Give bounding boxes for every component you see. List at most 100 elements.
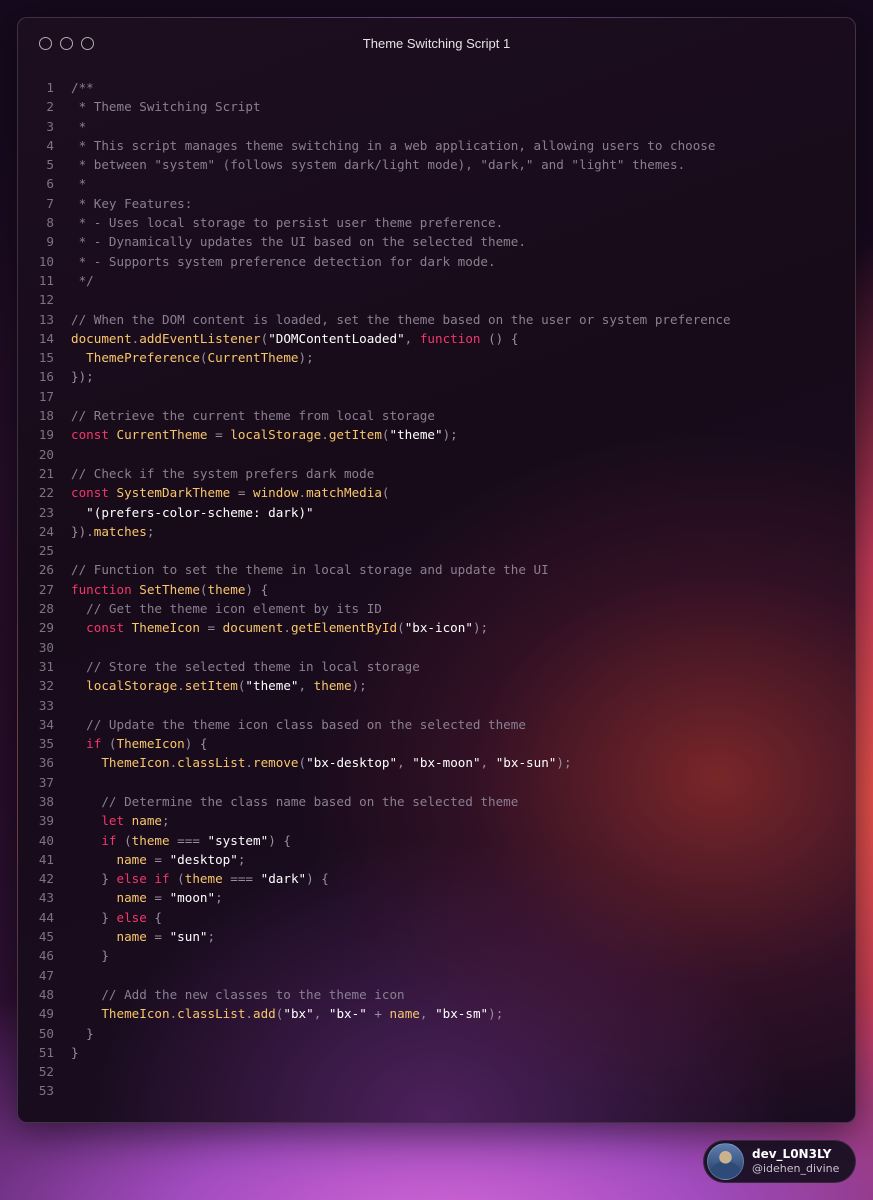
line-source: * Key Features: xyxy=(54,194,193,213)
code-token: "bx" xyxy=(283,1006,314,1022)
code-token: // Check if the system prefers dark mode xyxy=(71,465,375,481)
code-token: // Get the theme icon element by its ID xyxy=(71,601,382,617)
code-line: 9 * - Dynamically updates the UI based o… xyxy=(18,232,855,251)
line-number: 11 xyxy=(38,272,54,288)
author-handle: @idehen_divine xyxy=(752,1162,840,1175)
code-line: 33 xyxy=(18,696,855,715)
line-source: /** xyxy=(54,78,94,97)
code-token: theme xyxy=(313,678,352,694)
code-token: } xyxy=(71,871,117,887)
code-token: ); xyxy=(442,427,458,443)
line-number: 8 xyxy=(46,215,54,231)
code-token: if xyxy=(71,832,125,848)
line-number: 30 xyxy=(38,639,54,655)
code-line: 5 * between "system" (follows system dar… xyxy=(18,155,855,174)
code-token: ) { xyxy=(306,871,329,887)
code-line: 14 document.addEventListener("DOMContentL… xyxy=(18,329,855,348)
line-number: 35 xyxy=(38,736,54,752)
code-token: = xyxy=(146,890,170,906)
line-source: * - Supports system preference detection… xyxy=(54,252,496,271)
code-token: * - Dynamically updates the UI based on … xyxy=(71,234,526,250)
line-source xyxy=(54,966,71,985)
code-token: name xyxy=(71,929,147,945)
code-token: . xyxy=(283,620,291,636)
line-number: 52 xyxy=(38,1064,54,1080)
line-number: 48 xyxy=(38,986,54,1002)
line-source: * - Uses local storage to persist user t… xyxy=(54,213,504,232)
code-line: 24}).matches; xyxy=(18,522,855,541)
code-token: SetTheme xyxy=(139,581,200,597)
code-line: 19 const CurrentTheme = localStorage.getI… xyxy=(18,425,855,444)
code-token: + xyxy=(366,1006,390,1022)
author-display-name: dev_L0N3LY xyxy=(752,1147,832,1161)
line-source: }).matches; xyxy=(54,522,154,541)
code-editor[interactable]: 1/** 2 * Theme Switching Script 3 * 4 * Thi… xyxy=(18,78,855,1101)
code-line: 47 xyxy=(18,966,855,985)
code-token: name xyxy=(71,851,147,867)
code-line: 6 * xyxy=(18,174,855,193)
code-token: * - Uses local storage to persist user t… xyxy=(71,215,504,231)
line-number: 49 xyxy=(38,1006,54,1022)
line-source: } xyxy=(54,946,109,965)
line-source: // Determine the class name based on the… xyxy=(54,792,518,811)
code-token: document xyxy=(222,620,284,636)
line-number: 20 xyxy=(38,446,54,462)
code-line: 4 * This script manages theme switching … xyxy=(18,136,855,155)
line-number: 43 xyxy=(38,890,54,906)
line-source: ThemePreference(CurrentTheme); xyxy=(54,348,314,367)
code-token: , xyxy=(480,755,496,771)
window-titlebar: Theme Switching Script 1 xyxy=(18,18,855,70)
code-token: name xyxy=(131,813,163,829)
code-token: "dark" xyxy=(260,871,307,887)
code-token: . xyxy=(245,1006,254,1022)
code-token: ( xyxy=(381,485,390,501)
line-number: 3 xyxy=(46,118,54,134)
code-token: name xyxy=(389,1006,420,1022)
code-line: 31 // Store the selected theme in local … xyxy=(18,657,855,676)
code-line: 2 * Theme Switching Script xyxy=(18,97,855,116)
code-line: 36 ThemeIcon.classList.remove("bx-deskto… xyxy=(18,753,855,772)
line-number: 24 xyxy=(38,523,54,539)
line-number: 29 xyxy=(38,620,54,636)
line-number: 26 xyxy=(38,562,54,578)
code-token: ) { xyxy=(245,581,269,597)
line-source: } xyxy=(54,1043,79,1062)
code-token: "moon" xyxy=(169,890,216,906)
code-token: ( xyxy=(381,427,390,443)
code-token: "theme" xyxy=(245,678,299,694)
code-token: === xyxy=(222,871,261,887)
code-line: 13 // When the DOM content is loaded, set… xyxy=(18,310,855,329)
line-source: * Theme Switching Script xyxy=(54,97,261,116)
code-line: 23 "(prefers-color-scheme: dark)" xyxy=(18,503,855,522)
code-token: getItem xyxy=(328,427,382,443)
code-token: let xyxy=(71,813,132,829)
line-number: 39 xyxy=(38,813,54,829)
code-token: * Key Features: xyxy=(71,195,193,211)
code-line: 52 xyxy=(18,1062,855,1081)
code-token: , xyxy=(313,1006,329,1022)
code-token: "bx-desktop" xyxy=(306,755,398,771)
code-line: 45 name = "sun"; xyxy=(18,927,855,946)
line-source: if (theme === "system") { xyxy=(54,831,291,850)
line-number: 42 xyxy=(38,871,54,887)
line-source: localStorage.setItem("theme", theme); xyxy=(54,676,367,695)
code-token: "bx-sm" xyxy=(435,1006,489,1022)
line-number: 41 xyxy=(38,851,54,867)
code-token: // Add the new classes to the theme icon xyxy=(71,986,405,1002)
line-number: 47 xyxy=(38,967,54,983)
line-source: // Function to set the theme in local st… xyxy=(54,560,549,579)
line-source xyxy=(54,1062,71,1081)
line-source: const ThemeIcon = document.getElementByI… xyxy=(54,618,488,637)
author-badge[interactable]: dev_L0N3LY @idehen_divine xyxy=(703,1140,856,1183)
code-line: 34 // Update the theme icon class based … xyxy=(18,715,855,734)
code-token: "bx-icon" xyxy=(404,620,473,636)
line-number: 10 xyxy=(38,253,54,269)
code-token: document xyxy=(71,330,132,346)
code-token: } xyxy=(71,1025,94,1041)
code-line: 50 } xyxy=(18,1024,855,1043)
code-token: // Retrieve the current theme from local… xyxy=(71,408,435,424)
code-token: addEventListener xyxy=(139,330,261,346)
line-source: function SetTheme(theme) { xyxy=(54,580,268,599)
code-token: * Theme Switching Script xyxy=(71,99,261,115)
code-token: ); xyxy=(488,1006,504,1022)
